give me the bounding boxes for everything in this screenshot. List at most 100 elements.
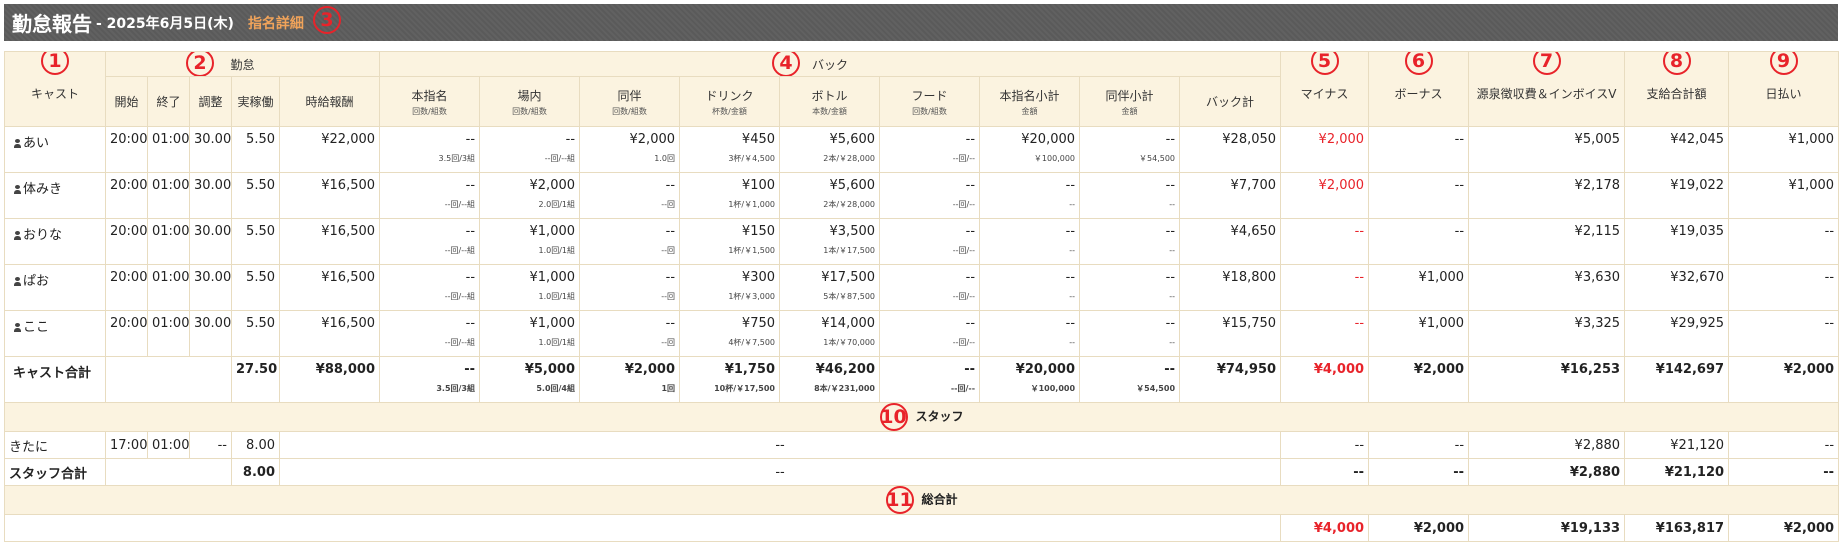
cast-start: 20:00 xyxy=(105,172,148,219)
cast-total-honshimei: -- 3.5回/3組 xyxy=(379,356,481,403)
staff-total-empty xyxy=(105,458,232,486)
cast-name[interactable]: おりな xyxy=(4,218,106,265)
cast-douhan: -- --回 xyxy=(579,172,681,219)
cast-tax: ¥3,325 xyxy=(1468,310,1626,357)
cast-adjust: 30.00 xyxy=(189,310,232,357)
cast-honshimei: -- --回/--組 xyxy=(379,218,481,265)
annotation-circle-11: 11 xyxy=(885,486,914,514)
cast-back-total: ¥15,750 xyxy=(1179,310,1282,357)
cast-bonus: ¥1,000 xyxy=(1368,310,1470,357)
cast-row[interactable]: おりな 20:00 01:00 30.00 5.50 ¥16,500 -- --回/--組 ¥1… xyxy=(4,218,1840,265)
staff-total-daily: -- xyxy=(1728,458,1840,486)
cast-hourly: ¥22,000 xyxy=(278,126,381,173)
cast-total-row: キャスト合計 27.50 ¥88,000 -- 3.5回/3組 ¥5,000 5.0回/4組… xyxy=(4,356,1840,403)
cast-total-drink: ¥1,750 10杯/￥17,500 xyxy=(679,356,781,403)
cast-minus: -- xyxy=(1280,218,1370,265)
title-bar: 勤怠報告 - 2025年6月5日(木) 指名詳細 xyxy=(4,4,1838,41)
cast-food: -- --回/-- xyxy=(879,264,981,311)
cast-total-daily: ¥2,000 xyxy=(1728,356,1840,403)
cast-back-total: ¥18,800 xyxy=(1179,264,1282,311)
cast-adjust: 30.00 xyxy=(189,264,232,311)
cast-douhan-subtotal: -- -- xyxy=(1079,310,1181,357)
grand-section-row: 11 総合計 xyxy=(3,485,1840,515)
cast-end: 01:00 xyxy=(147,126,190,173)
cast-name[interactable]: ぱお xyxy=(4,264,106,311)
grand-total-minus: ¥4,000 xyxy=(1280,514,1370,542)
header-hourly: 時給報酬 xyxy=(278,76,381,127)
cast-total-empty xyxy=(105,356,232,403)
cast-bottle: ¥5,600 2本/￥28,000 xyxy=(779,126,881,173)
cast-end: 01:00 xyxy=(147,310,190,357)
cast-adjust: 30.00 xyxy=(189,126,232,173)
cast-hourly: ¥16,500 xyxy=(278,264,381,311)
staff-end: 01:00 xyxy=(147,431,190,459)
report-date: - 2025年6月5日(木) xyxy=(96,15,234,32)
cast-total-bonus: ¥2,000 xyxy=(1368,356,1470,403)
nomination-detail-link[interactable]: 指名詳細 xyxy=(248,13,304,33)
staff-row[interactable]: きたに 17:00 01:00 -- 8.00 -- -- -- ¥2,880 ¥21,120 -- xyxy=(4,431,1840,459)
cast-row[interactable]: ぱお 20:00 01:00 30.00 5.50 ¥16,500 -- --回/--組 ¥1,… xyxy=(4,264,1840,311)
staff-worked: 8.00 xyxy=(231,431,280,459)
person-icon xyxy=(13,277,22,286)
cast-row[interactable]: あい 20:00 01:00 30.00 5.50 ¥22,000 -- 3.5回/3組 -- -… xyxy=(4,126,1840,173)
cast-total-label: キャスト合計 xyxy=(4,356,106,403)
cast-douhan: ¥2,000 1.0回 xyxy=(579,126,681,173)
annotation-circle-8: 8 xyxy=(1662,52,1691,75)
person-icon xyxy=(13,185,22,194)
cast-total-food: -- --回/-- xyxy=(879,356,981,403)
cast-bottle: ¥3,500 1本/￥17,500 xyxy=(779,218,881,265)
cast-start: 20:00 xyxy=(105,310,148,357)
header-drink: ドリンク 杯数/金額 xyxy=(679,76,781,127)
cast-tax: ¥5,005 xyxy=(1468,126,1626,173)
cast-name[interactable]: ここ xyxy=(4,310,106,357)
staff-total-minus: -- xyxy=(1280,458,1370,486)
staff-start: 17:00 xyxy=(105,431,148,459)
header-douhan: 同伴 回数/組数 xyxy=(579,76,681,127)
cast-name[interactable]: あい xyxy=(4,126,106,173)
header-bottle: ボトル 本数/金額 xyxy=(779,76,881,127)
cast-drink: ¥450 3杯/￥4,500 xyxy=(679,126,781,173)
cast-worked: 5.50 xyxy=(231,264,280,311)
cast-bonus: -- xyxy=(1368,126,1470,173)
cast-name[interactable]: 体みき xyxy=(4,172,106,219)
cast-jonai: ¥1,000 1.0回/1組 xyxy=(479,218,581,265)
cast-total-jonai: ¥5,000 5.0回/4組 xyxy=(479,356,581,403)
cast-bonus: -- xyxy=(1368,218,1470,265)
cast-start: 20:00 xyxy=(105,218,148,265)
cast-douhan: -- --回 xyxy=(579,218,681,265)
cast-end: 01:00 xyxy=(147,218,190,265)
cast-daily-pay: ¥1,000 xyxy=(1728,126,1840,173)
cast-daily-pay: -- xyxy=(1728,218,1840,265)
annotation-circle-7: 7 xyxy=(1532,52,1561,75)
staff-name[interactable]: きたに xyxy=(4,431,106,459)
cast-jonai: ¥1,000 1.0回/1組 xyxy=(479,310,581,357)
cast-tax: ¥2,115 xyxy=(1468,218,1626,265)
cast-adjust: 30.00 xyxy=(189,172,232,219)
cast-douhan: -- --回 xyxy=(579,264,681,311)
cast-jonai: ¥2,000 2.0回/1組 xyxy=(479,172,581,219)
header-jonai: 場内 回数/組数 xyxy=(479,76,581,127)
cast-back-total: ¥7,700 xyxy=(1179,172,1282,219)
cast-adjust: 30.00 xyxy=(189,218,232,265)
cast-douhan: -- --回 xyxy=(579,310,681,357)
cast-minus: -- xyxy=(1280,310,1370,357)
cast-total-pay: ¥19,035 xyxy=(1624,218,1730,265)
cast-row[interactable]: 体みき 20:00 01:00 30.00 5.50 ¥16,500 -- --回/--組 ¥2… xyxy=(4,172,1840,219)
cast-start: 20:00 xyxy=(105,264,148,311)
cast-daily-pay: -- xyxy=(1728,264,1840,311)
cast-food: -- --回/-- xyxy=(879,218,981,265)
cast-hourly: ¥16,500 xyxy=(278,218,381,265)
cast-row[interactable]: ここ 20:00 01:00 30.00 5.50 ¥16,500 -- --回/--組 ¥1,… xyxy=(4,310,1840,357)
page-title: 勤怠報告 xyxy=(12,12,92,36)
cast-bottle: ¥17,500 5本/￥87,500 xyxy=(779,264,881,311)
staff-total-worked: 8.00 xyxy=(231,458,280,486)
annotation-circle-10: 10 xyxy=(879,403,908,431)
cast-honshimei-subtotal: -- -- xyxy=(979,310,1081,357)
cast-daily-pay: ¥1,000 xyxy=(1728,172,1840,219)
cast-honshimei: -- 3.5回/3組 xyxy=(379,126,481,173)
staff-total-tax: ¥2,880 xyxy=(1468,458,1626,486)
cast-bottle: ¥14,000 1本/￥70,000 xyxy=(779,310,881,357)
cast-tax: ¥3,630 xyxy=(1468,264,1626,311)
cast-total-back: ¥74,950 xyxy=(1179,356,1282,403)
cast-bonus: ¥1,000 xyxy=(1368,264,1470,311)
